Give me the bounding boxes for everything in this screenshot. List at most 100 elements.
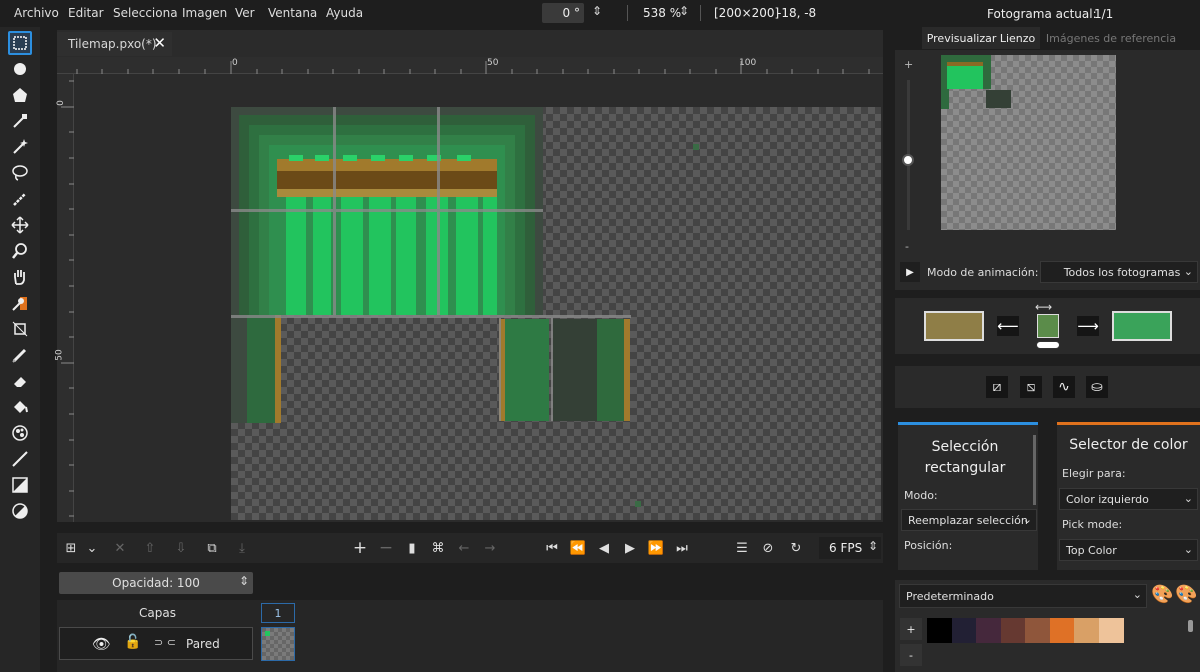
- move-frame-left-icon[interactable]: ←: [455, 539, 473, 557]
- timeline-settings-icon[interactable]: ☰: [733, 539, 751, 557]
- layer-opacity-slider[interactable]: Opacidad: 100 ⇕: [59, 572, 253, 594]
- color-toggle[interactable]: [1036, 341, 1060, 349]
- move-tool[interactable]: [8, 213, 32, 237]
- palette-swatch[interactable]: [951, 618, 977, 643]
- loop-icon[interactable]: ↻: [787, 539, 805, 557]
- frame-number-button[interactable]: 1: [261, 603, 295, 623]
- rotation-field[interactable]: 0 °: [542, 3, 584, 23]
- alpha-lock-icon[interactable]: ⛀: [1086, 376, 1108, 398]
- close-icon[interactable]: ✕: [153, 34, 166, 52]
- zoom-value[interactable]: 538 %: [643, 6, 681, 20]
- play-preview-button[interactable]: ▶: [900, 262, 920, 282]
- eye-icon[interactable]: 👁: [92, 635, 111, 653]
- horizontal-mirror-icon[interactable]: ⧄: [986, 376, 1008, 398]
- magic-wand-tool[interactable]: [8, 135, 32, 159]
- rectangle-tool[interactable]: [8, 473, 32, 497]
- ellipse-select-tool[interactable]: [8, 57, 32, 81]
- palette-swatch[interactable]: [927, 618, 952, 643]
- move-layer-up-icon[interactable]: ⇧: [141, 539, 159, 557]
- left-color-swatch[interactable]: [924, 311, 984, 341]
- vertical-mirror-icon[interactable]: ⧅: [1020, 376, 1042, 398]
- menu-ventana[interactable]: Ventana: [268, 6, 317, 20]
- pick-mode-select[interactable]: Top Color ⌄: [1059, 539, 1198, 561]
- bucket-tool[interactable]: [8, 395, 32, 419]
- remove-frame-icon[interactable]: −: [377, 538, 395, 558]
- add-color-button[interactable]: +: [900, 618, 922, 640]
- rectangle-select-tool[interactable]: [8, 31, 32, 55]
- palette-swatch[interactable]: [1049, 618, 1075, 643]
- tab-canvas-preview[interactable]: Previsualizar Lienzo: [922, 27, 1040, 49]
- color-picker-tool[interactable]: [8, 291, 32, 315]
- link-icon[interactable]: ⊃ ⊂: [154, 636, 176, 649]
- move-layer-down-icon[interactable]: ⇩: [172, 539, 190, 557]
- arrow-right-icon[interactable]: ⟶: [1077, 316, 1099, 336]
- rotation-stepper-icon[interactable]: ⇕: [592, 4, 602, 18]
- cel-thumbnail[interactable]: [261, 627, 295, 661]
- remove-color-button[interactable]: -: [900, 644, 922, 666]
- previous-frame-icon[interactable]: ⏪: [569, 539, 587, 557]
- layer-row-pared[interactable]: 👁 🔓 ⊃ ⊂ Pared: [59, 627, 253, 660]
- remove-layer-icon[interactable]: ✕: [111, 539, 129, 557]
- clone-frame-icon[interactable]: ▮: [403, 539, 421, 557]
- preview-zoom-in[interactable]: +: [904, 58, 913, 71]
- line-tool[interactable]: [8, 447, 32, 471]
- shading-tool[interactable]: [8, 421, 32, 445]
- eraser-tool[interactable]: [8, 369, 32, 393]
- ellipse-tool[interactable]: [8, 499, 32, 523]
- preview-zoom-handle[interactable]: [902, 154, 914, 166]
- play-backwards-icon[interactable]: ◀: [595, 539, 613, 557]
- fps-stepper-icon[interactable]: ⇕: [868, 539, 878, 553]
- mode-select[interactable]: Reemplazar selección ⌄: [901, 509, 1037, 531]
- pixel-perfect-icon[interactable]: ∿: [1053, 376, 1075, 398]
- choose-for-select[interactable]: Color izquierdo ⌄: [1059, 488, 1198, 510]
- add-layer-icon[interactable]: ⊞: [62, 539, 80, 557]
- zoom-stepper-icon[interactable]: ⇕: [679, 4, 689, 18]
- chevron-down-icon[interactable]: ⌄: [83, 539, 101, 557]
- menu-imagen[interactable]: Imagen: [182, 6, 227, 20]
- menu-editar[interactable]: Editar: [68, 6, 104, 20]
- palette-swatch[interactable]: [1074, 618, 1099, 643]
- pencil-select-tool[interactable]: [8, 187, 32, 211]
- menu-ayuda[interactable]: Ayuda: [326, 6, 363, 20]
- preview-zoom-out[interactable]: -: [905, 240, 909, 253]
- ruler-vertical[interactable]: 0 50: [55, 74, 74, 522]
- play-icon[interactable]: ▶: [621, 539, 639, 557]
- palette-swatch[interactable]: [1000, 618, 1026, 643]
- fps-field[interactable]: 6 FPS ⇕: [819, 537, 881, 559]
- pencil-tool[interactable]: [8, 343, 32, 367]
- ruler-horizontal[interactable]: 0 50 100: [57, 57, 883, 74]
- arrow-left-icon[interactable]: ⟵: [997, 316, 1019, 336]
- palette-swatch[interactable]: [1098, 618, 1124, 643]
- average-color-swatch[interactable]: [1037, 314, 1059, 338]
- palette-scrollbar[interactable]: [1188, 620, 1193, 632]
- zoom-tool[interactable]: [8, 239, 32, 263]
- opacity-stepper-icon[interactable]: ⇕: [239, 574, 249, 588]
- color-select-tool[interactable]: [8, 109, 32, 133]
- polygon-select-tool[interactable]: [8, 83, 32, 107]
- lock-icon[interactable]: 🔓: [124, 634, 141, 650]
- menu-archivo[interactable]: Archivo: [14, 6, 59, 20]
- merge-down-icon[interactable]: ⤓: [233, 539, 251, 557]
- palette-swatch[interactable]: [1025, 618, 1050, 643]
- animation-mode-select[interactable]: Todos los fotogramas ⌄: [1040, 261, 1198, 283]
- tool-options-scrollbar[interactable]: [1033, 435, 1036, 505]
- move-frame-right-icon[interactable]: →: [481, 539, 499, 557]
- last-frame-icon[interactable]: ⏭: [673, 539, 691, 557]
- pan-tool[interactable]: [8, 265, 32, 289]
- preview-canvas[interactable]: [941, 55, 1116, 230]
- menu-ver[interactable]: Ver: [235, 6, 255, 20]
- clone-layer-icon[interactable]: ⧉: [203, 539, 221, 557]
- tab-reference-images[interactable]: Imágenes de referencia: [1044, 27, 1178, 49]
- tab-tilemap[interactable]: Tilemap.pxo(*) ✕: [57, 32, 172, 56]
- first-frame-icon[interactable]: ⏮: [543, 539, 561, 557]
- menu-selecciona[interactable]: Selecciona: [113, 6, 178, 20]
- tag-icon[interactable]: ⌘: [429, 539, 447, 557]
- add-frame-icon[interactable]: +: [351, 538, 369, 558]
- drawing-canvas[interactable]: [231, 107, 881, 520]
- swap-colors-icon[interactable]: ⟷: [1035, 300, 1052, 314]
- lasso-tool[interactable]: [8, 161, 32, 185]
- palette-edit-icon[interactable]: 🎨: [1175, 584, 1197, 605]
- crop-tool[interactable]: [8, 317, 32, 341]
- onion-skin-icon[interactable]: ⊘: [759, 539, 777, 557]
- right-color-swatch[interactable]: [1112, 311, 1172, 341]
